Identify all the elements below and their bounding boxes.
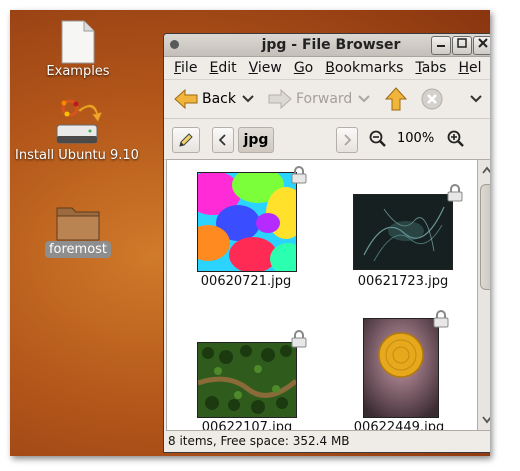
file-name: 00622449.jpg [353,420,445,431]
edit-location-button[interactable] [172,127,200,153]
forward-button[interactable]: Forward [268,80,352,118]
back-arrow-icon [174,88,198,110]
desktop-icon-label: Examples [46,64,110,79]
forward-history-dropdown[interactable] [358,80,370,118]
maximize-icon [457,38,467,48]
window-titlebar[interactable]: jpg - File Browser [164,34,490,57]
status-bar: 8 items, Free space: 352.4 MB [164,431,490,452]
back-button[interactable]: Back [174,80,236,118]
menu-edit[interactable]: Edit [203,57,242,79]
forward-arrow-icon [268,88,292,110]
zoom-in-button[interactable] [447,130,465,152]
chevron-down-icon [242,95,254,103]
chevron-down-icon [470,95,482,103]
file-name: 00621723.jpg [357,274,449,289]
up-arrow-icon [385,87,407,111]
menubar: File Edit View Go Bookmarks Tabs Hel [164,57,490,79]
back-label: Back [202,91,236,107]
file-item[interactable]: 00620721.jpg [187,166,307,289]
file-thumbnail [197,172,297,272]
smoke-image [354,195,452,269]
scroll-up-arrow-icon[interactable] [478,164,490,178]
minimize-icon [437,45,445,47]
psychedelic-image [198,173,296,271]
folder-icon [56,207,100,241]
file-thumbnail [353,194,453,270]
path-scroll-right-button[interactable] [336,127,358,153]
menu-help[interactable]: Hel [452,57,487,79]
location-bar: jpg 100% [164,119,490,160]
maximize-button[interactable] [452,36,472,55]
chevron-right-icon [344,134,351,146]
path-segment-label: jpg [243,132,269,148]
file-name: 00620721.jpg [200,274,292,289]
document-icon [61,20,95,64]
zoom-in-icon [447,130,464,147]
lock-icon [291,166,307,184]
sun-disc-image [364,319,438,417]
path-scroll-left-button[interactable] [212,127,234,153]
desktop-icon-label: foremost [44,241,112,258]
menu-go[interactable]: Go [288,57,319,79]
menu-file[interactable]: File [168,57,203,79]
path-segment-jpg[interactable]: jpg [238,127,274,153]
toolbar: Back Forward [164,79,490,119]
file-name: 00622107.jpg [201,420,293,431]
desktop-icon-label: Install Ubuntu 9.10 [15,148,139,163]
file-item[interactable]: 00621723.jpg [345,168,465,289]
file-item[interactable]: 00622449.jpg [349,310,469,430]
menu-view[interactable]: View [243,57,288,79]
forward-label: Forward [296,91,353,107]
zoom-out-icon [369,130,386,147]
file-thumbnail [197,342,297,418]
file-browser-window: jpg - File Browser File Edit View Go Boo… [163,33,490,453]
lock-icon [433,310,449,328]
close-icon [478,38,488,48]
lock-icon [447,184,463,202]
scroll-down-arrow-icon[interactable] [478,412,490,426]
file-icon-view[interactable]: 00620721.jpg 00621723.jpg 00622107.jpg 0… [166,159,481,431]
scrollbar-thumb[interactable] [480,184,490,290]
vertical-scrollbar[interactable] [477,159,490,431]
desktop-icon-examples[interactable]: Examples [43,20,113,79]
zoom-out-button[interactable] [369,130,387,152]
close-button[interactable] [473,36,490,55]
lock-icon [291,330,307,348]
menu-bookmarks[interactable]: Bookmarks [319,57,409,79]
desktop-icon-install-ubuntu[interactable]: Install Ubuntu 9.10 [12,98,142,163]
file-item[interactable]: 00622107.jpg [187,320,307,430]
stop-button[interactable] [421,80,443,118]
pencil-icon [179,133,193,147]
desktop-icon-foremost[interactable]: foremost [43,202,113,258]
toolbar-overflow-button[interactable] [470,80,482,118]
menu-tabs[interactable]: Tabs [409,57,452,79]
zoom-level[interactable]: 100% [397,131,434,146]
chevron-down-icon [358,95,370,103]
file-thumbnail [363,318,439,418]
up-button[interactable] [385,80,407,118]
desktop: Examples Install Ubuntu 9.10 foremost jp… [10,10,490,456]
forest-map-image [198,343,296,417]
stop-icon [421,88,443,110]
back-history-dropdown[interactable] [242,80,254,118]
installer-drive-icon [56,99,102,144]
minimize-button[interactable] [431,36,451,55]
chevron-left-icon [219,134,226,146]
